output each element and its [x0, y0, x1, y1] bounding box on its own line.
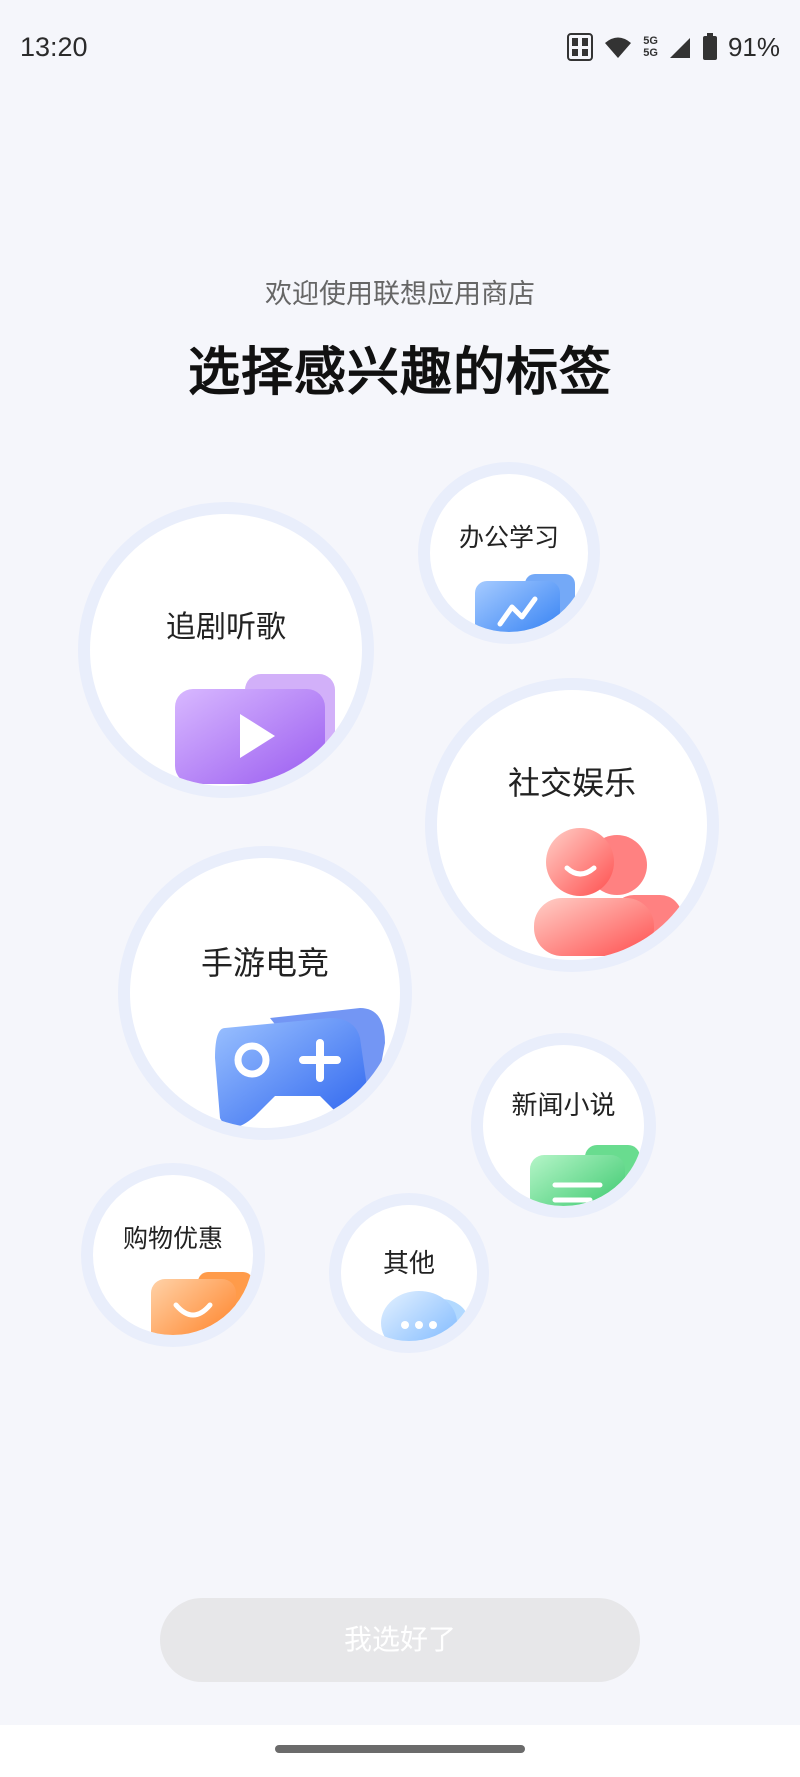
tag-bubble-office-study[interactable]: 办公学习	[418, 462, 600, 644]
battery-icon	[702, 33, 718, 61]
status-time: 13:20	[20, 32, 88, 62]
tag-label: 手游电竞	[200, 944, 329, 982]
navigation-bar	[0, 1725, 800, 1777]
battery-percent: 91%	[727, 31, 780, 62]
tag-bubble-news-novels[interactable]: 新闻小说	[471, 1033, 656, 1218]
wifi-icon	[603, 34, 633, 60]
signal-icon	[668, 34, 692, 60]
hd-icon	[567, 33, 594, 61]
status-icons: 5G 5G 91%	[567, 30, 780, 64]
tag-bubble-other[interactable]: 其他	[329, 1193, 489, 1353]
chart-icon	[470, 569, 580, 632]
tag-bubble-drama-music[interactable]: 追剧听歌	[78, 502, 374, 798]
people-icon	[532, 820, 692, 960]
tag-label: 新闻小说	[511, 1091, 616, 1121]
welcome-subtitle: 欢迎使用联想应用商店	[265, 279, 535, 310]
chat-icon	[379, 1285, 474, 1341]
confirm-selection-button[interactable]: 我选好了	[160, 1598, 640, 1682]
tag-bubble-social-entertainment[interactable]: 社交娱乐	[425, 678, 719, 972]
tag-label: 社交娱乐	[507, 764, 636, 802]
gamepad-icon	[210, 998, 390, 1128]
tag-label: 其他	[382, 1249, 435, 1279]
document-icon	[525, 1140, 644, 1206]
tag-label: 追剧听歌	[166, 610, 286, 645]
tag-label: 购物优惠	[122, 1224, 223, 1253]
play-icon	[170, 669, 340, 786]
network-type-label: 5G 5G	[643, 35, 658, 59]
tag-bubble-mobile-games[interactable]: 手游电竞	[118, 846, 412, 1140]
page-title: 选择感兴趣的标签	[187, 343, 612, 403]
tag-bubble-shopping-deals[interactable]: 购物优惠	[81, 1163, 265, 1347]
home-indicator[interactable]	[275, 1745, 525, 1753]
status-bar: 13:20 5G 5G 91%	[0, 0, 800, 100]
shopping-bag-icon	[148, 1267, 253, 1335]
tag-label: 办公学习	[458, 523, 559, 552]
